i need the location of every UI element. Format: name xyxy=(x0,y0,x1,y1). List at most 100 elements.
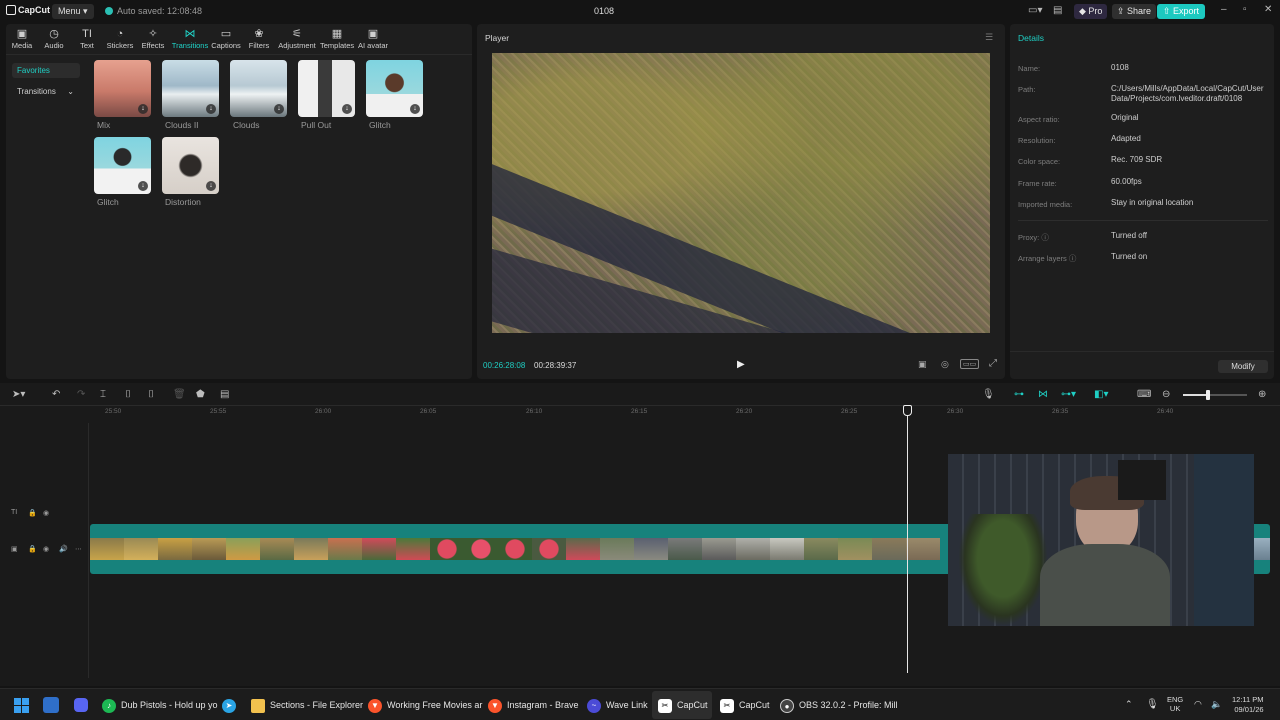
tab-effects[interactable]: ✧ Effects xyxy=(140,28,166,50)
preview-axis-icon[interactable]: ◧▾ xyxy=(1094,389,1108,400)
lock-icon[interactable]: 🔒 xyxy=(28,545,37,553)
clip-frame xyxy=(260,538,294,560)
tab-adjustment[interactable]: ⚟ Adjustment xyxy=(278,28,316,50)
clip-frame xyxy=(736,538,770,560)
more-icon[interactable]: ⋯ xyxy=(75,545,82,553)
eye-icon[interactable]: ◉ xyxy=(43,509,49,517)
download-icon: ↓ xyxy=(274,104,284,114)
wifi-icon[interactable]: ◠ xyxy=(1194,699,1202,710)
transition-thumb-distortion[interactable]: ↓ xyxy=(162,137,219,194)
tab-filters[interactable]: ❀ Filters xyxy=(248,28,270,50)
project-title: 0108 xyxy=(593,6,615,16)
telegram-icon: ➤ xyxy=(222,698,236,713)
tab-stickers[interactable]: ◔ Stickers xyxy=(105,28,135,50)
zoom-in-icon[interactable]: ⊕ xyxy=(1258,389,1266,400)
hamburger-icon[interactable]: ☰ xyxy=(985,32,993,43)
microphone-icon[interactable]: 🎙 xyxy=(982,389,995,400)
tab-text[interactable]: TI Text xyxy=(78,28,96,50)
transition-thumb-mix[interactable]: ↓ xyxy=(94,60,151,117)
detail-label: Color space: xyxy=(1018,157,1061,166)
magnet-icon[interactable]: ⋈ xyxy=(1038,389,1048,400)
volume-icon[interactable]: 🔈 xyxy=(1211,699,1222,710)
outlook-icon[interactable] xyxy=(43,697,59,713)
ruler-tick: 25:55 xyxy=(210,408,227,415)
transition-thumb-glitch[interactable]: ↓ xyxy=(366,60,423,117)
detail-value: Rec. 709 SDR xyxy=(1111,155,1163,164)
windows-start-icon[interactable] xyxy=(14,698,29,713)
speaker-icon[interactable]: 🔊 xyxy=(59,545,68,553)
ruler-tick: 26:20 xyxy=(736,408,753,415)
tab-audio[interactable]: ◷ Audio xyxy=(42,28,66,50)
play-icon[interactable]: ▶ xyxy=(737,359,745,370)
taskbar-app-capcut-1[interactable]: ✂ CapCut xyxy=(658,697,708,713)
modify-button[interactable]: Modify xyxy=(1218,360,1268,373)
transition-thumb-pull-out[interactable]: ↓ xyxy=(298,60,355,117)
redo-icon[interactable]: ↷ xyxy=(77,389,85,400)
layout-icon[interactable]: ▭▾ xyxy=(1028,5,1042,16)
taskbar-app-telegram[interactable]: ➤ xyxy=(222,697,241,713)
lock-icon[interactable]: 🔒 xyxy=(28,509,37,517)
video-preview[interactable] xyxy=(492,53,990,333)
ratio-edit-icon[interactable]: ▤ xyxy=(220,389,229,400)
templates-icon: ▦ xyxy=(331,28,343,40)
delete-icon[interactable]: 🗑 xyxy=(173,389,186,400)
tray-chevron-up-icon[interactable]: ⌃ xyxy=(1125,699,1133,710)
tab-ai-avatar[interactable]: ▣ AI avatar xyxy=(358,28,388,50)
detail-value: Adapted xyxy=(1111,134,1141,143)
taskbar-app-file-explorer[interactable]: Sections - File Explorer xyxy=(251,697,363,713)
fullscreen-icon[interactable]: ⤢ xyxy=(989,358,997,369)
split-left-icon[interactable]: ⌷ xyxy=(125,389,131,400)
snap-icon[interactable]: ⊶▾ xyxy=(1061,389,1076,400)
transition-thumb-clouds-ii[interactable]: ↓ xyxy=(162,60,219,117)
undo-icon[interactable]: ↶ xyxy=(52,389,60,400)
split-icon[interactable]: ⌶ xyxy=(100,389,106,400)
taskbar-app-spotify[interactable]: ♪ Dub Pistols - Hold up yo xyxy=(102,697,218,713)
zoom-out-icon[interactable]: ⊖ xyxy=(1162,389,1170,400)
media-icon: ▣ xyxy=(16,28,28,40)
link-icon[interactable]: ⊶ xyxy=(1014,389,1024,400)
taskbar-app-capcut-2[interactable]: ✂ CapCut xyxy=(720,697,770,713)
detail-label: Path: xyxy=(1018,85,1036,94)
tab-templates[interactable]: ▦ Templates xyxy=(320,28,354,50)
caption-icon[interactable]: ⌨ xyxy=(1137,389,1151,400)
keyboard-icon[interactable]: ▤ xyxy=(1053,5,1062,16)
crop-icon[interactable]: ◎ xyxy=(941,359,949,370)
info-icon: ⓘ xyxy=(1041,233,1049,242)
adjustment-icon: ⚟ xyxy=(292,28,302,40)
export-button[interactable]: ⇧ Export xyxy=(1157,4,1206,19)
transition-thumb-clouds[interactable]: ↓ xyxy=(230,60,287,117)
taskbar-app-brave-movies[interactable]: ▼ Working Free Movies ar xyxy=(368,697,482,713)
minimize-icon[interactable]: – xyxy=(1221,4,1227,15)
pro-button[interactable]: ◆ Pro xyxy=(1074,4,1108,19)
tab-media[interactable]: ▣ Media xyxy=(11,28,33,50)
eye-icon[interactable]: ◉ xyxy=(43,545,49,553)
transition-thumb-glitch-2[interactable]: ↓ xyxy=(94,137,151,194)
tab-captions[interactable]: ▭ Captions xyxy=(211,28,241,50)
select-tool-icon[interactable]: ➤▾ xyxy=(12,389,25,400)
zoom-slider[interactable] xyxy=(1183,390,1247,400)
ratio-icon[interactable]: ▭▭ xyxy=(960,359,980,369)
fit-icon[interactable]: ▣ xyxy=(918,359,927,370)
clip-frame xyxy=(226,538,260,560)
share-button[interactable]: ⇪ Share xyxy=(1112,4,1157,19)
clock[interactable]: 12:11 PM 09/01/26 xyxy=(1232,695,1264,715)
playhead-handle[interactable] xyxy=(903,405,912,416)
download-icon: ↓ xyxy=(138,104,148,114)
microphone-tray-icon[interactable]: 🎙 xyxy=(1146,699,1159,710)
transition-label: Distortion xyxy=(165,197,201,207)
playhead[interactable] xyxy=(907,408,908,673)
sidebar-item-transitions[interactable]: Transitions ⌄ xyxy=(12,84,80,99)
sidebar-item-favorites[interactable]: Favorites xyxy=(12,63,80,78)
taskbar-app-wave-link[interactable]: ~ Wave Link xyxy=(587,697,648,713)
taskbar-app-brave-instagram[interactable]: ▼ Instagram - Brave xyxy=(488,697,579,713)
maximize-icon[interactable]: ▫ xyxy=(1243,4,1247,15)
taskbar-app-obs[interactable]: ● OBS 32.0.2 - Profile: Mill xyxy=(780,697,898,713)
detail-label: Imported media: xyxy=(1018,200,1073,209)
discord-icon[interactable] xyxy=(74,698,88,712)
marker-icon[interactable]: ⬟ xyxy=(196,389,205,400)
split-right-icon[interactable]: ⌷ xyxy=(148,389,154,400)
language-indicator[interactable]: ENG UK xyxy=(1167,695,1183,713)
close-icon[interactable]: ✕ xyxy=(1264,4,1272,15)
current-timecode: 00:26:28:08 xyxy=(483,361,526,370)
tab-transitions[interactable]: ⋈ Transitions xyxy=(171,28,209,50)
